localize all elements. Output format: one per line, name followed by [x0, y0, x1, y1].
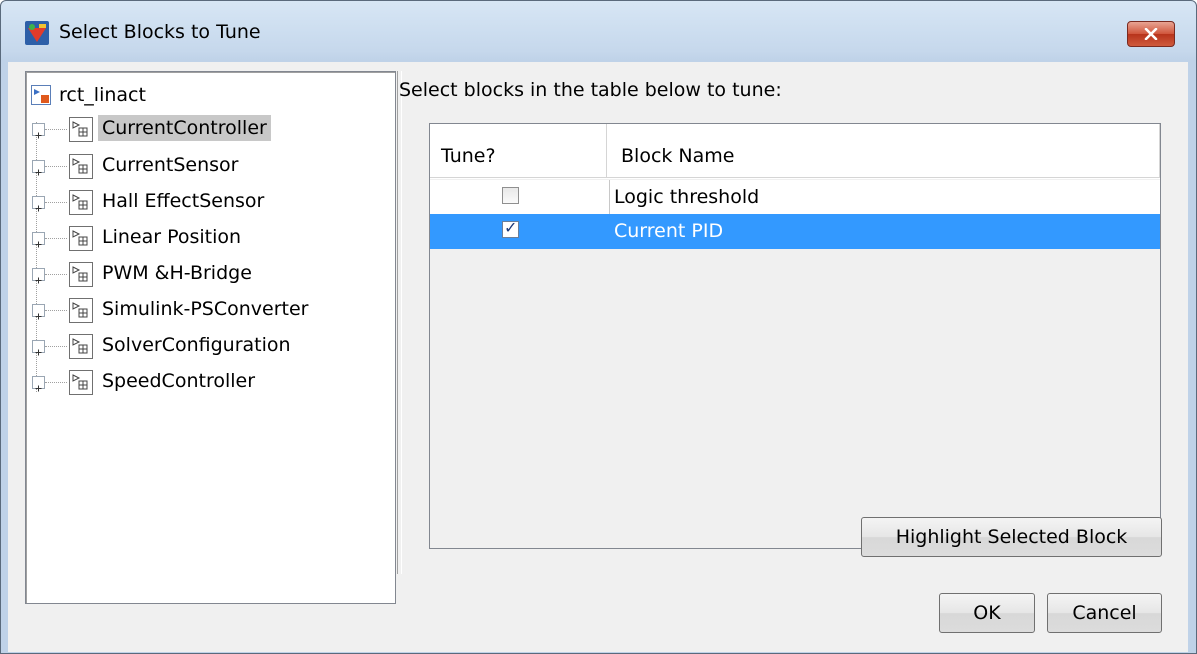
subsystem-icon — [69, 226, 93, 251]
subsystem-icon — [69, 298, 93, 323]
table-row[interactable]: Logic threshold — [430, 180, 1160, 215]
expand-icon[interactable] — [32, 123, 45, 139]
tree-root[interactable]: rct_linact — [31, 81, 146, 109]
expand-icon[interactable] — [32, 376, 45, 392]
highlight-selected-block-button[interactable]: Highlight Selected Block — [861, 517, 1162, 557]
subsystem-icon — [69, 190, 93, 215]
subsystem-icon — [69, 370, 93, 395]
close-button[interactable] — [1127, 21, 1175, 47]
tree-item-label: Hall EffectSensor — [102, 190, 265, 212]
cancel-button[interactable]: Cancel — [1047, 593, 1162, 633]
tune-checkbox[interactable] — [502, 187, 519, 204]
dialog-window: Select Blocks to Tune rct_linact Current… — [0, 0, 1197, 654]
expand-icon[interactable] — [32, 304, 45, 320]
window-title: Select Blocks to Tune — [59, 21, 261, 43]
expand-icon[interactable] — [32, 196, 45, 212]
tree-item-linearposition[interactable]: Linear Position — [32, 222, 372, 256]
title-bar[interactable]: Select Blocks to Tune — [1, 1, 1196, 61]
tune-cell: ✓ — [430, 214, 610, 249]
table-header: Tune? Block Name — [430, 124, 1160, 179]
block-name-cell: Current PID — [610, 214, 1160, 249]
tree-connector — [45, 202, 67, 203]
dialog-content: rct_linact CurrentController CurrentSens… — [8, 62, 1188, 652]
subsystem-icon — [69, 117, 93, 142]
tune-cell — [430, 180, 610, 215]
tree-item-label: CurrentSensor — [102, 154, 239, 176]
tree-item-halleffectsensor[interactable]: Hall EffectSensor — [32, 186, 372, 220]
tree-item-label: CurrentController — [98, 115, 271, 141]
close-icon — [1144, 28, 1158, 40]
tree-item-solverconfiguration[interactable]: SolverConfiguration — [32, 330, 372, 364]
tree-item-simulink-psconverter[interactable]: Simulink-PSConverter — [32, 294, 372, 328]
tree-connector — [45, 238, 67, 239]
tree-connector — [45, 382, 67, 383]
table-row-selected[interactable]: ✓ Current PID — [430, 214, 1160, 249]
expand-icon[interactable] — [32, 160, 45, 176]
tree-connector — [45, 129, 67, 130]
tree-connector — [45, 166, 67, 167]
column-header-tune[interactable]: Tune? — [430, 124, 607, 178]
tree-root-label: rct_linact — [59, 84, 146, 106]
subsystem-icon — [69, 154, 93, 179]
simulink-app-icon — [25, 21, 49, 45]
tree-item-label: SolverConfiguration — [102, 334, 291, 356]
model-tree[interactable]: rct_linact CurrentController CurrentSens… — [25, 71, 396, 604]
model-icon — [31, 85, 51, 105]
checkmark-icon: ✓ — [504, 218, 518, 237]
panel-splitter[interactable] — [397, 71, 402, 574]
subsystem-icon — [69, 334, 93, 359]
tree-connector — [45, 310, 67, 311]
expand-icon[interactable] — [32, 340, 45, 356]
tree-item-label: Linear Position — [102, 226, 242, 248]
expand-icon[interactable] — [32, 232, 45, 248]
tree-item-pwm-h-bridge[interactable]: PWM &H-Bridge — [32, 258, 372, 292]
tree-connector — [45, 274, 67, 275]
tune-checkbox[interactable]: ✓ — [502, 218, 519, 238]
tree-item-label: Simulink-PSConverter — [102, 298, 309, 320]
column-header-block-name[interactable]: Block Name — [607, 124, 1160, 178]
subsystem-icon — [69, 262, 93, 287]
blocks-table[interactable]: Tune? Block Name Logic threshold ✓ Curre… — [429, 123, 1161, 549]
tree-item-currentsensor[interactable]: CurrentSensor — [32, 150, 372, 184]
tree-item-speedcontroller[interactable]: SpeedController — [32, 366, 372, 400]
instruction-text: Select blocks in the table below to tune… — [399, 79, 782, 101]
tree-item-currentcontroller[interactable]: CurrentController — [32, 113, 372, 147]
tree-item-label: SpeedController — [102, 370, 256, 392]
expand-icon[interactable] — [32, 268, 45, 284]
tree-item-label: PWM &H-Bridge — [102, 262, 252, 284]
block-name-cell: Logic threshold — [610, 180, 1160, 215]
ok-button[interactable]: OK — [939, 593, 1035, 633]
tree-connector — [45, 346, 67, 347]
